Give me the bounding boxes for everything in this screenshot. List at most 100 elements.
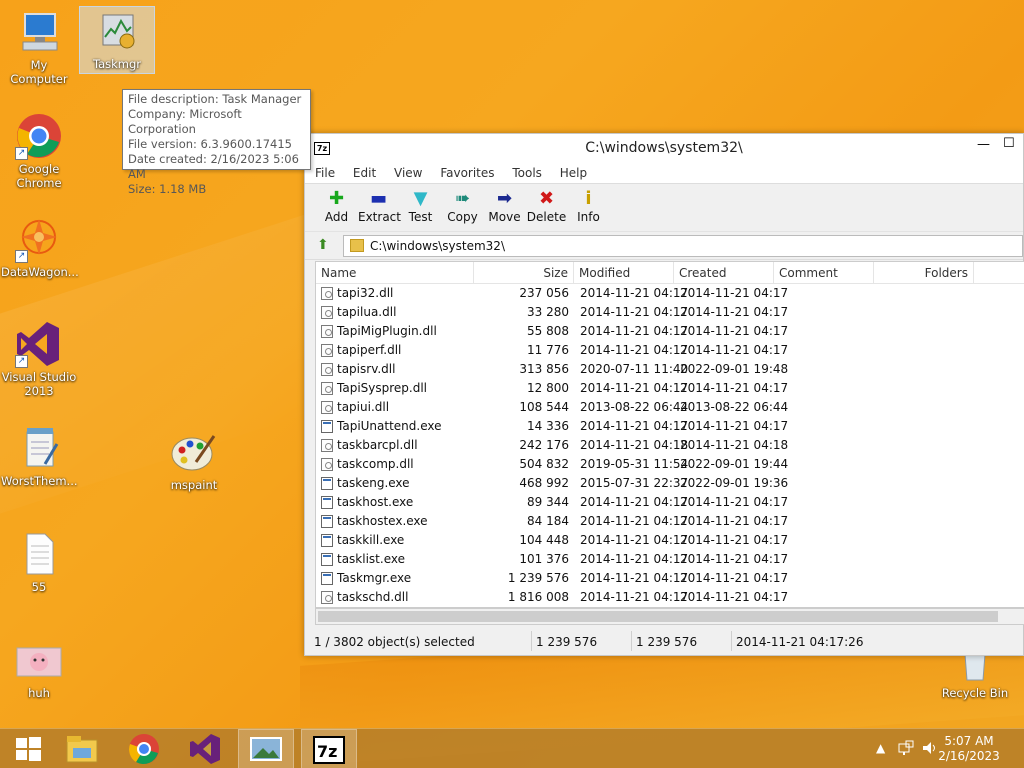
toolbar-move-button[interactable]: ➡ Move (484, 188, 525, 224)
minimize-button[interactable]: — (977, 137, 990, 152)
desktop-icon-55[interactable]: 55 (1, 530, 77, 594)
file-name: taskkill.exe (337, 533, 405, 547)
shortcut-arrow-icon: ↗ (15, 250, 28, 263)
file-row[interactable]: TapiUnattend.exe 14 336 2014-11-21 04:17 20… (316, 417, 1024, 436)
desktop-icon-google-chrome[interactable]: ↗ Google Chrome (1, 112, 77, 190)
file-row[interactable]: taskhost.exe 89 344 2014-11-21 04:17 2014-1… (316, 493, 1024, 512)
toolbar-test-button[interactable]: ▼ Test (400, 188, 441, 224)
desktop-icon-huh[interactable]: huh (1, 636, 77, 700)
executable-file-icon (321, 477, 333, 490)
task-manager-icon (93, 7, 141, 55)
file-modified: 2014-11-21 04:17 (580, 552, 689, 566)
desktop-icon-mspaint[interactable]: mspaint (156, 428, 232, 492)
file-modified: 2015-07-31 22:37 (580, 476, 689, 490)
taskbar-chrome[interactable] (116, 729, 172, 768)
file-created: 2014-11-21 04:18 (680, 438, 789, 452)
taskbar-photo-viewer[interactable] (238, 729, 294, 768)
file-row[interactable]: tapiperf.dll 11 776 2014-11-21 04:17 2014-1… (316, 341, 1024, 360)
toolbar-button-label: Extract (358, 210, 401, 224)
file-row[interactable]: TapiMigPlugin.dll 55 808 2014-11-21 04:17 2… (316, 322, 1024, 341)
horizontal-scrollbar[interactable] (315, 608, 1024, 625)
desktop-icon-label: Taskmgr (92, 57, 142, 71)
file-row[interactable]: tasklist.exe 101 376 2014-11-21 04:17 2014-… (316, 550, 1024, 569)
desktop-icon-worsttheme[interactable]: WorstThem... (1, 424, 78, 488)
menu-file[interactable]: File (315, 163, 335, 183)
dll-file-icon (321, 325, 333, 338)
7zip-file-manager-window[interactable]: 7z C:\windows\system32\ — ☐ File Edit Vi… (304, 133, 1024, 656)
menu-view[interactable]: View (394, 163, 422, 183)
file-modified: 2013-08-22 06:44 (580, 400, 689, 414)
file-row[interactable]: taskbarcpl.dll 242 176 2014-11-21 04:18 201… (316, 436, 1024, 455)
file-created: 2014-11-21 04:17 (680, 514, 789, 528)
file-created: 2022-09-01 19:36 (680, 476, 789, 490)
toolbar-button-label: Move (488, 210, 521, 224)
file-row[interactable]: tapi32.dll 237 056 2014-11-21 04:17 2014-11… (316, 284, 1024, 303)
dll-file-icon (321, 344, 333, 357)
file-row[interactable]: taskkill.exe 104 448 2014-11-21 04:17 2014-… (316, 531, 1024, 550)
start-button[interactable] (0, 729, 56, 768)
taskbar-7zip[interactable]: 7z (301, 729, 357, 768)
desktop-icon-taskmgr[interactable]: Taskmgr (79, 6, 155, 74)
toolbar-info-button[interactable]: i Info (568, 188, 609, 224)
clock-date: 2/16/2023 (938, 749, 1000, 763)
column-header-folders[interactable]: Folders (874, 262, 974, 284)
windows-logo-icon (16, 737, 41, 761)
column-header-modified[interactable]: Modified (574, 262, 674, 284)
scrollbar-thumb[interactable] (318, 611, 998, 622)
file-row[interactable]: taskhostex.exe 84 184 2014-11-21 04:17 2014… (316, 512, 1024, 531)
file-size: 101 376 (519, 552, 569, 566)
menu-tools[interactable]: Tools (512, 163, 542, 183)
taskbar-clock[interactable]: 5:07 AM 2/16/2023 (934, 734, 1004, 764)
file-name: TapiMigPlugin.dll (337, 324, 437, 338)
maximize-button[interactable]: ☐ (1003, 136, 1015, 151)
move-arrow-icon: ➡ (496, 188, 513, 209)
address-input[interactable]: C:\windows\system32\ (343, 235, 1023, 257)
file-row[interactable]: tapisrv.dll 313 856 2020-07-11 11:40 2022-0… (316, 360, 1024, 379)
file-name: TapiSysprep.dll (337, 381, 428, 395)
file-row[interactable]: tapilua.dll 33 280 2014-11-21 04:17 2014-11… (316, 303, 1024, 322)
window-titlebar[interactable]: 7z C:\windows\system32\ — ☐ (305, 134, 1023, 163)
network-icon[interactable] (898, 740, 914, 759)
toolbar-add-button[interactable]: ✚ Add (316, 188, 357, 224)
tooltip-company: Company: Microsoft Corporation (128, 107, 242, 136)
taskbar-visual-studio[interactable] (177, 729, 233, 768)
toolbar-button-label: Delete (526, 210, 567, 224)
file-modified: 2020-07-11 11:40 (580, 362, 689, 376)
desktop-icon-my-computer[interactable]: My Computer (1, 8, 77, 86)
toolbar-delete-button[interactable]: ✖ Delete (526, 188, 567, 224)
file-name: taskschd.dll (337, 590, 409, 604)
file-size: 33 280 (527, 305, 569, 319)
column-header-comment[interactable]: Comment (774, 262, 874, 284)
file-row[interactable]: taskeng.exe 468 992 2015-07-31 22:37 2022-0… (316, 474, 1024, 493)
toolbar-extract-button[interactable]: ▬ Extract (358, 188, 401, 224)
show-hidden-icons-button[interactable]: ▲ (876, 741, 885, 755)
file-row[interactable]: TapiSysprep.dll 12 800 2014-11-21 04:17 201… (316, 379, 1024, 398)
desktop-icon-label: Google Chrome (16, 162, 62, 190)
file-row[interactable]: taskschd.dll 1 816 008 2014-11-21 04:17 201… (316, 588, 1024, 607)
column-header-created[interactable]: Created (674, 262, 774, 284)
column-header-size[interactable]: Size (474, 262, 574, 284)
file-row[interactable]: taskcomp.dll 504 832 2019-05-31 11:54 2022-… (316, 455, 1024, 474)
menu-favorites[interactable]: Favorites (440, 163, 494, 183)
file-modified: 2014-11-21 04:17 (580, 305, 689, 319)
dll-file-icon (321, 458, 333, 471)
file-name: TapiUnattend.exe (337, 419, 442, 433)
file-list[interactable]: Name Size Modified Created Comment Folde… (315, 261, 1024, 608)
folder-up-icon[interactable]: ⬆ (317, 237, 333, 253)
toolbar-copy-button[interactable]: ➠ Copy (442, 188, 483, 224)
desktop-icon-label: WorstThem... (1, 474, 78, 488)
taskbar-file-explorer[interactable] (54, 729, 110, 768)
desktop-icon-label: huh (28, 686, 50, 700)
file-size: 504 832 (519, 457, 569, 471)
visual-studio-icon: ↗ (15, 320, 63, 368)
menu-help[interactable]: Help (560, 163, 587, 183)
dll-file-icon (321, 287, 333, 300)
desktop-icon-datawagon[interactable]: ↗ DataWagon... (1, 215, 79, 279)
file-row[interactable]: tapiui.dll 108 544 2013-08-22 06:44 2013-08… (316, 398, 1024, 417)
desktop-icon-visual-studio[interactable]: ↗ Visual Studio 2013 (1, 320, 77, 398)
menu-edit[interactable]: Edit (353, 163, 376, 183)
column-header-name[interactable]: Name (316, 262, 474, 284)
file-size: 14 336 (527, 419, 569, 433)
file-name: tapi32.dll (337, 286, 394, 300)
file-row[interactable]: Taskmgr.exe 1 239 576 2014-11-21 04:17 2014… (316, 569, 1024, 588)
